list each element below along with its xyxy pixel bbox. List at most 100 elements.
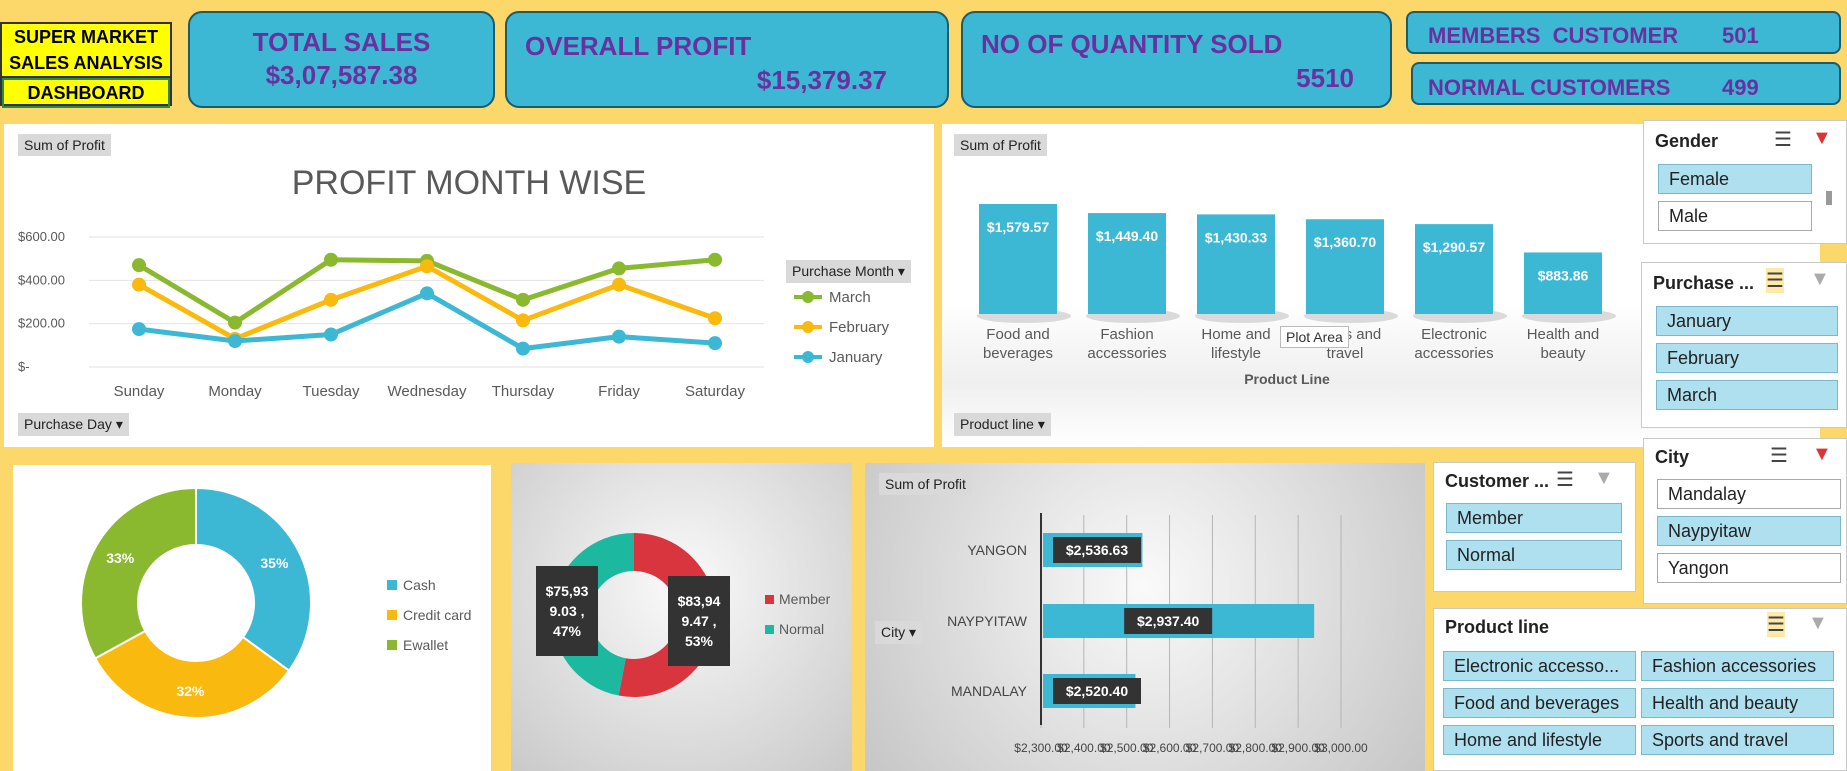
slicer-scrollbar[interactable] <box>1826 191 1832 205</box>
multi-select-icon[interactable]: ☰ <box>1767 612 1785 637</box>
multi-select-icon[interactable]: ☰ <box>1766 268 1784 293</box>
customer-data-label-text: $83,94 <box>678 593 721 609</box>
customer-data-label-text: 53% <box>685 633 714 649</box>
kpi-total-sales: TOTAL SALES $3,07,587.38 <box>188 11 495 108</box>
dashboard-title-line-3: DASHBOARD <box>2 78 170 108</box>
city-bar-value-label: $2,520.40 <box>1066 683 1128 699</box>
dashboard-title-line-2: SALES ANALYSIS <box>9 53 163 73</box>
dashboard-title-line-1: SUPER MARKET <box>13 27 158 47</box>
line-point <box>612 329 626 344</box>
customer-item-member[interactable]: Member <box>1446 503 1622 533</box>
product-x-tick-label: Home and <box>1201 326 1270 343</box>
product-item-food[interactable]: Food and beverages <box>1443 688 1636 718</box>
line-point <box>324 327 338 342</box>
product-x-tick-label: Fashion <box>1100 326 1153 343</box>
kpi-total-sales-label: TOTAL SALES <box>252 27 431 57</box>
line-x-tick-label: Tuesday <box>303 383 360 400</box>
line-y-tick-label: $- <box>18 359 30 374</box>
product-bar-value-label: $1,290.57 <box>1423 239 1485 255</box>
multi-select-icon[interactable]: ☰ <box>1556 467 1574 492</box>
product-bar-value-label: $1,449.40 <box>1096 228 1158 244</box>
product-bar <box>1415 224 1493 314</box>
clear-filter-icon[interactable]: ▼ <box>1808 612 1828 635</box>
city-item-mandalay[interactable]: Mandalay <box>1657 479 1841 509</box>
line-point <box>516 341 530 356</box>
gender-slicer: Gender ☰ ▼ Female Male <box>1643 120 1847 244</box>
plot-area-tooltip: Plot Area <box>1280 326 1349 348</box>
line-point <box>516 313 530 328</box>
customer-legend-swatch <box>765 625 774 634</box>
kpi-normal-label: NORMAL CUSTOMERS <box>1428 75 1671 100</box>
city-chart-panel: Sum of Profit City ▾ $2,300.00 $2,400.00 $… <box>865 463 1425 771</box>
kpi-overall-profit-value: $15,379.37 <box>756 65 887 95</box>
payment-slice-cash <box>195 486 312 672</box>
customer-donut-panel: $83,94 9.47 , 53% $75,93 9.03 , 47% Member Norm… <box>511 463 852 771</box>
payment-legend-swatch <box>387 640 397 650</box>
city-bar-value-label: $2,937.40 <box>1137 613 1199 629</box>
payment-legend-label: Ewallet <box>403 637 448 653</box>
customer-type-slicer: Customer ... ☰ ▼ Member Normal <box>1433 462 1636 592</box>
line-y-tick-label: $400.00 <box>18 272 65 287</box>
city-item-yangon[interactable]: Yangon <box>1657 553 1841 583</box>
line-legend-title-chip[interactable]: Purchase Month ▾ <box>786 260 911 283</box>
customer-type-donut: $83,94 9.47 , 53% $75,93 9.03 , 47% Member Norm… <box>536 533 831 697</box>
purchase-item-february[interactable]: February <box>1656 343 1838 373</box>
payment-donut-panel: 35% 32% 33% Cash Credit card Ewallet <box>13 465 491 771</box>
line-point <box>516 292 530 307</box>
product-item-electronic[interactable]: Electronic accesso... <box>1443 651 1636 681</box>
gender-item-female[interactable]: Female <box>1658 164 1812 194</box>
purchase-item-march[interactable]: March <box>1656 380 1838 410</box>
customer-slicer-title: Customer ... <box>1445 471 1550 491</box>
chevron-down-icon: ▾ <box>1037 416 1045 432</box>
product-item-fashion[interactable]: Fashion accessories <box>1641 651 1834 681</box>
line-point <box>708 311 722 326</box>
product-x-tick-label: beauty <box>1540 345 1586 362</box>
purchase-slicer-title: Purchase ... <box>1653 273 1755 293</box>
line-point <box>228 315 242 330</box>
line-point <box>132 258 146 273</box>
clear-filter-icon[interactable]: ▼ <box>1810 268 1830 291</box>
bar-chart-axis-chip[interactable]: Product line ▾ <box>954 413 1051 436</box>
city-item-naypyitaw[interactable]: Naypyitaw <box>1657 516 1841 546</box>
clear-filter-icon[interactable]: ▼ <box>1812 127 1832 150</box>
line-point <box>132 322 146 337</box>
line-x-tick-label: Monday <box>208 383 262 400</box>
product-x-tick-label: lifestyle <box>1211 345 1261 362</box>
multi-select-icon[interactable]: ☰ <box>1774 127 1792 152</box>
customer-data-label-text: 9.03 , <box>549 603 584 619</box>
product-x-tick-label: beverages <box>983 345 1053 362</box>
payment-legend-swatch <box>387 580 397 590</box>
multi-select-icon[interactable]: ☰ <box>1770 443 1788 468</box>
product-item-health[interactable]: Health and beauty <box>1641 688 1834 718</box>
payment-legend-label: Credit card <box>403 607 471 623</box>
customer-data-label-text: 47% <box>553 623 582 639</box>
customer-legend-label: Normal <box>779 621 824 637</box>
kpi-quantity-sold-value: 5510 <box>1296 63 1354 93</box>
line-chart-title: PROFIT MONTH WISE <box>292 164 646 202</box>
clear-filter-icon[interactable]: ▼ <box>1594 467 1614 490</box>
profit-month-wise-chart: PROFIT MONTH WISE $600.00 $400.00 $200.00 $… <box>18 164 890 400</box>
gender-item-male[interactable]: Male <box>1658 201 1812 231</box>
customer-legend-label: Member <box>779 591 831 607</box>
product-x-tick-label: accessories <box>1414 345 1493 362</box>
customer-item-normal[interactable]: Normal <box>1446 540 1622 570</box>
legend-marker <box>802 291 814 303</box>
legend-label-february: February <box>829 319 890 336</box>
line-x-tick-label: Wednesday <box>388 383 467 400</box>
product-item-sports[interactable]: Sports and travel <box>1641 725 1834 755</box>
line-point <box>228 334 242 348</box>
payment-legend-swatch <box>387 610 397 620</box>
kpi-normal: NORMAL CUSTOMERS 499 <box>1411 62 1841 105</box>
product-item-home[interactable]: Home and lifestyle <box>1443 725 1636 755</box>
payment-slice-label: 35% <box>260 555 289 571</box>
city-slicer-title: City <box>1655 447 1690 467</box>
city-profit-chart: $2,300.00$2,400.00$2,500.00$2,600.00$2,7… <box>947 513 1368 755</box>
line-point <box>420 286 434 301</box>
customer-legend-swatch <box>765 595 774 604</box>
clear-filter-icon[interactable]: ▼ <box>1812 443 1832 466</box>
product-bar-value-label: $1,360.70 <box>1314 234 1376 250</box>
purchase-item-january[interactable]: January <box>1656 306 1838 336</box>
line-x-tick-label: Sunday <box>114 383 165 400</box>
product-bar-value-label: $1,579.57 <box>987 219 1049 235</box>
line-point <box>324 252 338 267</box>
